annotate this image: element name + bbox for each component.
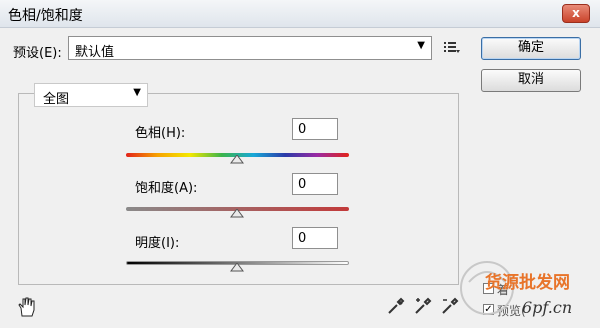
eyedropper-icon[interactable] xyxy=(386,296,406,316)
saturation-input[interactable]: 0 xyxy=(292,173,338,195)
close-button[interactable]: x xyxy=(562,4,590,23)
preset-label: 预设(E): xyxy=(13,46,62,61)
watermark-top-text: 货源批发网 xyxy=(485,273,570,293)
dropdown-arrow-icon: ▼ xyxy=(417,40,425,51)
hue-input[interactable]: 0 xyxy=(292,118,338,140)
preset-options-icon[interactable] xyxy=(444,40,460,54)
slider-thumb-icon[interactable] xyxy=(230,209,244,218)
dropdown-arrow-icon: ▼ xyxy=(133,87,141,98)
preset-value: 默认值 xyxy=(75,45,115,60)
adjustment-group xyxy=(18,93,459,285)
watermark-bottom-text: 6pf.cn xyxy=(522,298,573,317)
eyedropper-plus-icon[interactable] xyxy=(413,296,433,316)
close-icon: x xyxy=(572,6,580,20)
cancel-button[interactable]: 取消 xyxy=(481,69,581,92)
slider-thumb-icon[interactable] xyxy=(230,155,244,164)
hand-icon[interactable] xyxy=(16,296,38,318)
ok-button[interactable]: 确定 xyxy=(481,37,581,60)
saturation-label: 饱和度(A): xyxy=(135,181,198,196)
window-title: 色相/饱和度 xyxy=(8,8,83,24)
lightness-input[interactable]: 0 xyxy=(292,227,338,249)
watermark: 货源批发网 6pf.cn xyxy=(459,252,599,328)
preset-select[interactable]: 默认值 ▼ xyxy=(68,36,432,60)
channel-select[interactable]: 全图 ▼ xyxy=(34,83,148,107)
channel-value: 全图 xyxy=(43,92,70,107)
slider-thumb-icon[interactable] xyxy=(230,263,244,272)
hue-label: 色相(H): xyxy=(135,126,186,141)
eyedropper-minus-icon[interactable] xyxy=(440,296,460,316)
title-bar: 色相/饱和度 x xyxy=(0,0,600,28)
lightness-label: 明度(I): xyxy=(135,236,180,251)
